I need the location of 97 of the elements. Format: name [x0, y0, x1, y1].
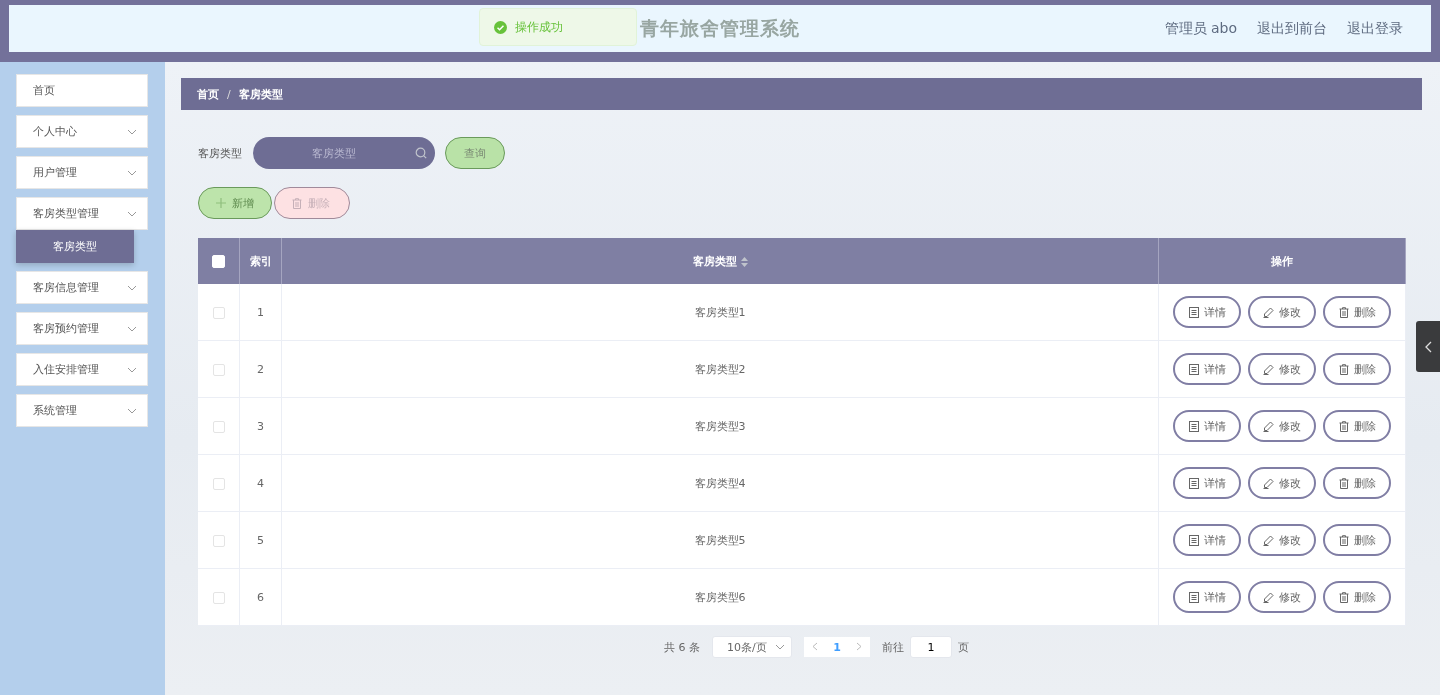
detail-button[interactable]: 详情	[1173, 353, 1241, 385]
column-header: 操作	[1271, 254, 1293, 268]
edit-button[interactable]: 修改	[1248, 467, 1316, 499]
submenu-item[interactable]: 客房类型	[16, 230, 134, 263]
chevron-right-icon[interactable]	[856, 641, 862, 651]
trash-icon	[1338, 534, 1349, 546]
chevron-down-icon	[127, 325, 137, 332]
document-icon	[1188, 591, 1199, 603]
search-label: 客房类型	[198, 145, 242, 161]
chevron-down-icon	[127, 169, 137, 176]
delete-button[interactable]: 删除	[1323, 296, 1391, 328]
pencil-icon	[1263, 591, 1274, 603]
checkbox[interactable]	[212, 477, 225, 490]
chevron-down-icon	[127, 407, 137, 414]
table-cell: 5	[257, 533, 264, 547]
detail-button[interactable]: 详情	[1173, 581, 1241, 613]
column-header: 索引	[249, 254, 272, 268]
chevron-left-icon[interactable]	[1424, 340, 1432, 353]
checkbox[interactable]	[212, 363, 225, 376]
column-header[interactable]: 客房类型	[692, 254, 737, 268]
chevron-down-icon	[127, 128, 137, 135]
pencil-icon	[1263, 534, 1274, 546]
sidebar-item[interactable]: 入住安排管理	[16, 353, 148, 386]
checkbox[interactable]	[212, 420, 225, 433]
trash-icon	[1338, 591, 1349, 603]
goto-label: 前往	[882, 639, 904, 655]
detail-button[interactable]: 详情	[1173, 410, 1241, 442]
detail-button[interactable]: 详情	[1173, 467, 1241, 499]
chevron-down-icon	[127, 210, 137, 217]
table-cell: 客房类型3	[694, 419, 746, 433]
table-cell: 4	[257, 476, 264, 490]
search-icon	[415, 147, 427, 159]
delete-button[interactable]: 删除	[1323, 410, 1391, 442]
sidebar-item[interactable]: 个人中心	[16, 115, 148, 148]
pencil-icon	[1263, 363, 1274, 375]
edit-button[interactable]: 修改	[1248, 296, 1316, 328]
edit-button[interactable]: 修改	[1248, 581, 1316, 613]
sidebar-item[interactable]: 用户管理	[16, 156, 148, 189]
chevron-down-icon	[775, 644, 785, 650]
plus-icon	[216, 198, 226, 208]
delete-button[interactable]: 删除	[1323, 467, 1391, 499]
checkbox[interactable]	[212, 306, 225, 319]
sidebar-item[interactable]: 系统管理	[16, 394, 148, 427]
table-cell: 2	[257, 362, 264, 376]
edit-button[interactable]: 修改	[1248, 353, 1316, 385]
check-circle-icon	[494, 20, 507, 34]
header-link[interactable]: 管理员 abo	[1164, 19, 1237, 38]
table-cell: 客房类型2	[694, 362, 746, 376]
edit-button[interactable]: 修改	[1248, 410, 1316, 442]
table-cell: 客房类型5	[694, 533, 746, 547]
table-cell: 3	[257, 419, 264, 433]
breadcrumb-separator: /	[227, 87, 231, 101]
app-title: 青年旅舍管理系统	[640, 15, 800, 41]
edit-button[interactable]: 修改	[1248, 524, 1316, 556]
chevron-down-icon	[127, 284, 137, 291]
pencil-icon	[1263, 420, 1274, 432]
delete-button[interactable]: 删除	[1323, 581, 1391, 613]
total-count: 共 6 条	[664, 639, 700, 655]
detail-button[interactable]: 详情	[1173, 296, 1241, 328]
document-icon	[1188, 420, 1199, 432]
trash-icon	[1338, 306, 1349, 318]
toast-message: 操作成功	[515, 18, 563, 36]
table-cell: 客房类型1	[694, 305, 746, 319]
header-link[interactable]: 退出到前台	[1257, 19, 1327, 38]
delete-button[interactable]: 删除	[1323, 524, 1391, 556]
delete-button[interactable]: 删除	[1323, 353, 1391, 385]
search-field[interactable]: 客房类型	[253, 137, 435, 169]
checkbox[interactable]	[212, 534, 225, 547]
page-unit: 页	[958, 639, 969, 655]
header-link[interactable]: 退出登录	[1347, 19, 1403, 38]
checkbox[interactable]	[212, 591, 225, 604]
pencil-icon	[1263, 306, 1274, 318]
trash-icon	[1338, 363, 1349, 375]
document-icon	[1188, 477, 1199, 489]
page-input[interactable]: 1	[910, 636, 952, 658]
sidebar-item[interactable]: 首页	[16, 74, 148, 107]
sidebar-item[interactable]: 客房类型管理	[16, 197, 148, 230]
trash-icon	[292, 197, 302, 209]
table-cell: 客房类型6	[694, 590, 746, 604]
table-cell: 1	[257, 305, 264, 319]
search-input[interactable]: 客房类型	[253, 145, 415, 161]
document-icon	[1188, 534, 1199, 546]
page-size-select[interactable]: 10条/页	[712, 636, 792, 658]
breadcrumb-item[interactable]: 客房类型	[238, 86, 283, 102]
detail-button[interactable]: 详情	[1173, 524, 1241, 556]
chevron-down-icon	[127, 366, 137, 373]
sidebar-item[interactable]: 客房信息管理	[16, 271, 148, 304]
sidebar-item[interactable]: 客房预约管理	[16, 312, 148, 345]
pencil-icon	[1263, 477, 1274, 489]
trash-icon	[1338, 477, 1349, 489]
trash-icon	[1338, 420, 1349, 432]
table-cell: 客房类型4	[694, 476, 746, 490]
document-icon	[1188, 306, 1199, 318]
sort-icon[interactable]	[740, 256, 748, 267]
document-icon	[1188, 363, 1199, 375]
table-cell: 6	[257, 590, 264, 604]
breadcrumb-item[interactable]: 首页	[197, 86, 219, 102]
